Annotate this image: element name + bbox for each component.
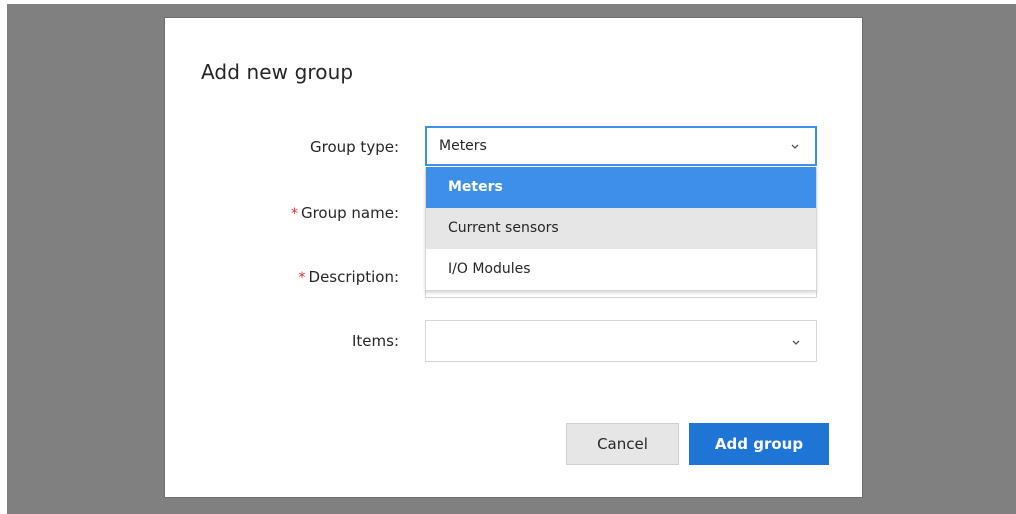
- chevron-down-icon: [792, 340, 800, 345]
- chevron-down-icon: [791, 144, 799, 149]
- dropdown-option-meters[interactable]: Meters: [426, 167, 816, 208]
- add-group-button[interactable]: Add group: [689, 423, 829, 465]
- items-label: Items:: [351, 332, 399, 350]
- add-group-dialog: Add new group Group type: Meters * Group …: [164, 17, 863, 498]
- cancel-button[interactable]: Cancel: [566, 423, 679, 465]
- group-name-label: * Group name:: [291, 204, 399, 222]
- required-asterisk: *: [290, 206, 298, 222]
- dialog-title: Add new group: [201, 60, 354, 84]
- group-type-label: Group type:: [310, 138, 399, 156]
- group-type-dropdown-list: Meters Current sensors I/O Modules: [425, 167, 817, 291]
- group-type-value: Meters: [439, 138, 487, 154]
- description-label: * Description:: [299, 268, 399, 286]
- description-label-text: Description:: [308, 268, 399, 286]
- dropdown-option-io-modules[interactable]: I/O Modules: [426, 249, 816, 290]
- group-name-label-text: Group name:: [300, 204, 399, 222]
- items-select[interactable]: [425, 320, 817, 362]
- group-type-select[interactable]: Meters: [425, 126, 817, 166]
- required-asterisk: *: [298, 270, 306, 286]
- dropdown-option-current-sensors[interactable]: Current sensors: [426, 208, 816, 249]
